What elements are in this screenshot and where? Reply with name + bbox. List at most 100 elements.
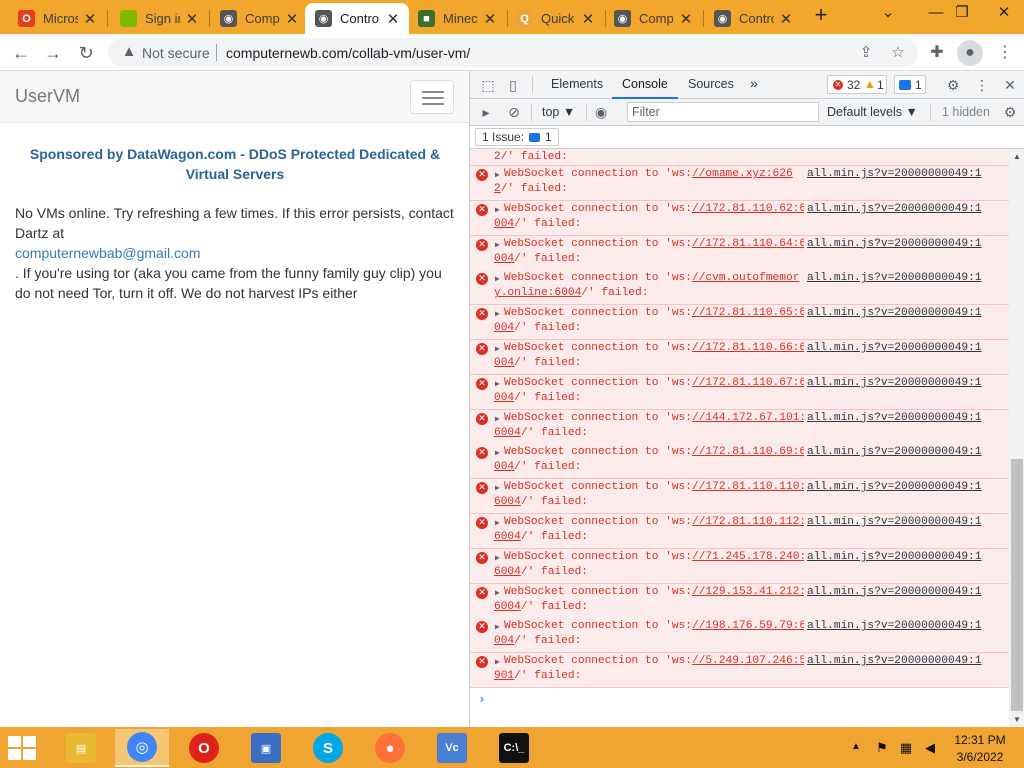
console-error-row[interactable]: ✕ ▶ WebSocket connection to 'ws://5.249.10… [470, 653, 1009, 689]
forward-button[interactable]: → [40, 40, 66, 66]
console-scrollbar[interactable]: ▲ ▼ [1009, 149, 1024, 727]
websocket-url-link[interactable]: //5.249.107.246:5 [692, 655, 804, 667]
websocket-url-link-cont[interactable]: 004 [494, 392, 514, 404]
site-brand[interactable]: UserVM [15, 86, 80, 107]
tab-close-icon[interactable]: ✕ [82, 10, 98, 28]
browser-tab[interactable]: ◉ Contro ✕ [305, 3, 409, 34]
taskbar-app-button[interactable]: Vc [425, 729, 479, 767]
device-toolbar-icon[interactable]: ▯ [504, 76, 522, 94]
console-error-row[interactable]: ✕ ▶ WebSocket connection to 'ws://144.172.… [470, 409, 1009, 445]
console-error-row[interactable]: ✕ ▶ WebSocket connection to 'ws://172.81.1… [470, 374, 1009, 410]
websocket-url-link[interactable]: //172.81.110.110: [692, 481, 804, 493]
websocket-url-link-cont[interactable]: 6004 [494, 531, 521, 543]
clear-console-icon[interactable]: ⊘ [505, 103, 523, 121]
source-location-link[interactable]: all.min.js?v=20000000049:1 [807, 237, 987, 252]
websocket-url-link-cont[interactable]: 6004 [494, 427, 521, 439]
console-prompt[interactable]: › [478, 692, 486, 707]
websocket-url-link-cont[interactable]: 004 [494, 357, 514, 369]
contact-email-link[interactable]: computernewbab@gmail.com [15, 243, 460, 263]
tab-search-icon[interactable]: ⌄ [866, 0, 910, 30]
close-devtools-icon[interactable]: ✕ [1001, 76, 1019, 94]
address-bar[interactable]: ▲ Not secure computernewb.com/collab-vm/… [108, 38, 918, 67]
url-text[interactable]: computernewb.com/collab-vm/user-vm/ [226, 45, 470, 61]
source-location-link[interactable]: all.min.js?v=20000000049:1 [807, 480, 987, 495]
source-location-link[interactable]: all.min.js?v=20000000049:1 [807, 167, 987, 182]
taskbar-app-button[interactable]: C:\_ [487, 729, 541, 767]
tab-elements[interactable]: Elements [551, 77, 603, 91]
sponsor-link[interactable]: Sponsored by DataWagon.com - DDoS Protec… [20, 144, 450, 184]
tab-close-icon[interactable]: ✕ [778, 10, 794, 28]
source-location-link[interactable]: all.min.js?v=20000000049:1 [807, 550, 987, 565]
tab-close-icon[interactable]: ✕ [284, 10, 300, 28]
console-error-row[interactable]: ✕ ▶ WebSocket connection to 'ws://172.81.1… [470, 235, 1009, 271]
websocket-url-link[interactable]: //144.172.67.101: [692, 412, 804, 424]
source-location-link[interactable]: all.min.js?v=20000000049:1 [807, 202, 987, 217]
console-error-row[interactable]: ✕ ▶ WebSocket connection to 'ws://172.81.1… [470, 444, 1009, 480]
browser-tab[interactable]: O Micros ✕ [8, 3, 106, 34]
browser-tab[interactable]: Q Quick ✕ [506, 3, 604, 34]
scroll-down-arrow-icon[interactable]: ▼ [1013, 715, 1021, 724]
back-button[interactable]: ← [8, 40, 34, 66]
console-error-row[interactable]: ✕ ▶ WebSocket connection to 'ws://172.81.1… [470, 514, 1009, 549]
flag-icon[interactable]: ⚑ [874, 740, 890, 756]
share-icon[interactable]: ⇪ [856, 43, 876, 63]
network-icon[interactable]: ▦ [898, 740, 914, 756]
console-error-row[interactable]: ✕ ▶ WebSocket connection to 'ws://172.81.1… [470, 200, 1009, 236]
volume-muted-icon[interactable]: ◀ [922, 740, 938, 756]
more-tabs-button[interactable]: » [750, 75, 758, 91]
websocket-url-link[interactable]: //172.81.110.62:6 [692, 203, 804, 215]
tab-close-icon[interactable]: ✕ [184, 10, 200, 28]
source-location-link[interactable]: all.min.js?v=20000000049:1 [807, 654, 987, 669]
close-window-button[interactable]: ✕ [982, 0, 1024, 30]
source-location-link[interactable]: all.min.js?v=20000000049:1 [807, 619, 987, 634]
filter-input[interactable] [627, 102, 819, 122]
console-error-row[interactable]: ✕ ▶ WebSocket connection to 'ws://172.81.1… [470, 340, 1009, 375]
eye-icon[interactable]: ◉ [592, 103, 610, 121]
source-location-link[interactable]: all.min.js?v=20000000049:1 [807, 271, 987, 286]
source-location-link[interactable]: all.min.js?v=20000000049:1 [807, 341, 987, 356]
context-selector[interactable]: top ▼ [542, 105, 575, 119]
source-location-link[interactable]: all.min.js?v=20000000049:1 [807, 515, 987, 530]
websocket-url-link[interactable]: //71.245.178.240: [692, 551, 804, 563]
issues-badge[interactable]: 1 [894, 75, 926, 94]
new-tab-button[interactable]: + [810, 4, 832, 27]
console-error-row[interactable]: ✕ ▶ WebSocket connection to 'ws://71.245.1… [470, 548, 1009, 584]
websocket-url-link-cont[interactable]: 004 [494, 253, 514, 265]
console-error-row[interactable]: ✕ ▶ WebSocket connection to 'ws://172.81.1… [470, 305, 1009, 341]
security-label[interactable]: Not secure [142, 45, 210, 61]
taskbar-app-button[interactable]: ● [363, 729, 417, 767]
settings-gear-icon[interactable]: ⚙ [944, 76, 962, 94]
log-levels-dropdown[interactable]: Default levels ▼ [827, 105, 918, 119]
websocket-url-link[interactable]: //172.81.110.64:6 [692, 238, 804, 250]
console-settings-gear-icon[interactable]: ⚙ [1001, 103, 1019, 121]
websocket-url-link[interactable]: //172.81.110.65:6 [692, 307, 804, 319]
websocket-url-link[interactable]: //172.81.110.66:6 [692, 342, 804, 354]
browser-tab[interactable]: ■ Minec ✕ [408, 3, 506, 34]
more-menu-icon[interactable]: ⋮ [992, 40, 1018, 66]
tab-console[interactable]: Console [622, 77, 668, 91]
tab-close-icon[interactable]: ✕ [580, 10, 596, 28]
console-error-row[interactable]: ✕ ▶ WebSocket connection to 'ws://omame.xy… [470, 166, 1009, 201]
console-error-row[interactable]: ✕ ▶ WebSocket connection to 'ws://129.153.… [470, 583, 1009, 619]
issues-pill[interactable]: 1 Issue: 1 [475, 128, 559, 146]
taskbar-app-button[interactable]: O [177, 729, 231, 767]
clock-date[interactable]: 3/6/2022 [950, 750, 1010, 764]
websocket-url-link[interactable]: //172.81.110.69:6 [692, 446, 804, 458]
websocket-url-link-cont[interactable]: 6004 [494, 566, 521, 578]
inspect-element-icon[interactable]: ⬚ [479, 76, 497, 94]
websocket-url-link-cont[interactable]: 6004 [494, 496, 521, 508]
more-options-icon[interactable]: ⋮ [973, 76, 991, 94]
websocket-url-link[interactable]: //172.81.110.112: [692, 516, 804, 528]
websocket-url-link-cont[interactable]: 6004 [494, 601, 521, 613]
source-location-link[interactable]: all.min.js?v=20000000049:1 [807, 445, 987, 460]
tab-close-icon[interactable]: ✕ [385, 10, 401, 28]
taskbar-app-button[interactable]: ▤ [54, 729, 108, 767]
source-location-link[interactable]: all.min.js?v=20000000049:1 [807, 376, 987, 391]
websocket-url-link-cont[interactable]: 901 [494, 670, 514, 682]
tab-close-icon[interactable]: ✕ [678, 10, 694, 28]
console-error-row[interactable]: ✕ ▶ WebSocket connection to 'ws://cvm.outo… [470, 270, 1009, 306]
taskbar-app-button[interactable]: ◎ [115, 729, 169, 767]
source-location-link[interactable]: all.min.js?v=20000000049:1 [807, 306, 987, 321]
browser-tab[interactable]: ◉ Comp ✕ [604, 3, 702, 34]
websocket-url-link[interactable]: //cvm.outofmemor [692, 272, 799, 284]
